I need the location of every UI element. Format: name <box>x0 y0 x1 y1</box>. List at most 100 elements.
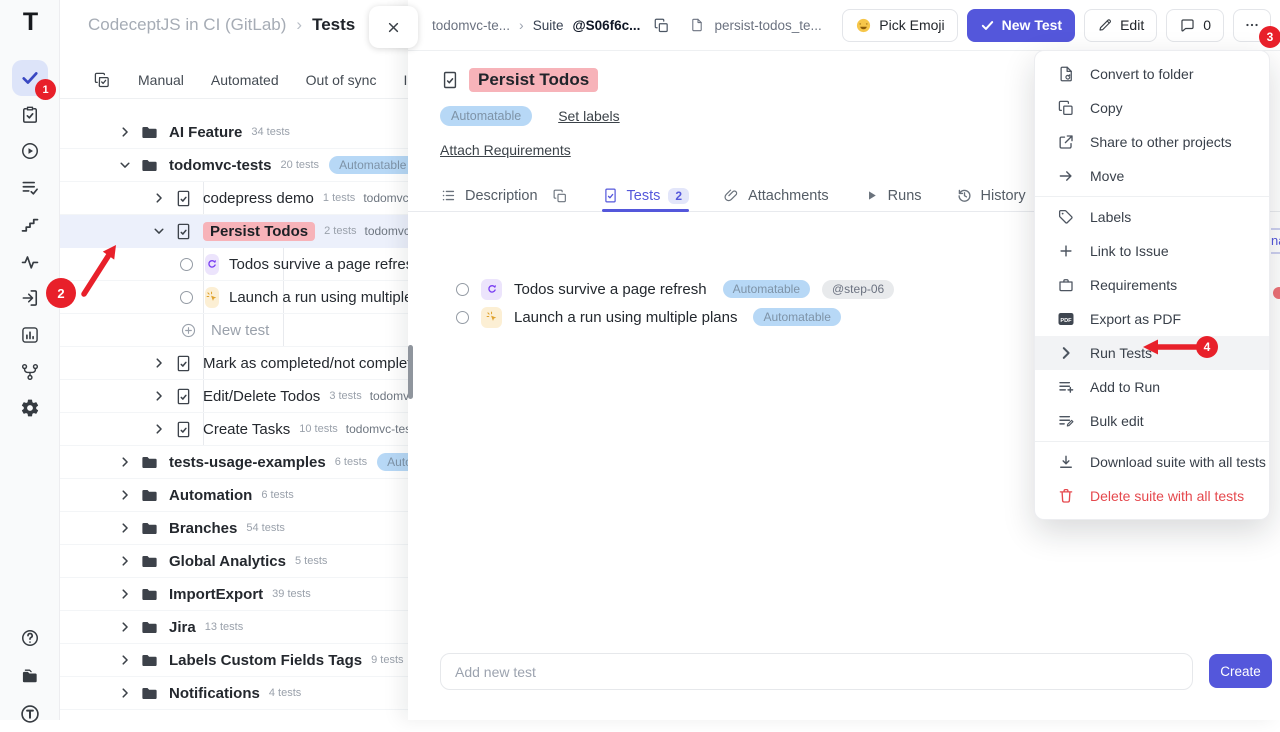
tree-row[interactable]: AI Feature34 tests <box>60 116 408 149</box>
chevron-right-icon[interactable] <box>118 686 132 700</box>
chevron-down-icon[interactable] <box>152 224 166 238</box>
chevron-right-icon[interactable] <box>118 521 132 535</box>
pick-emoji-button[interactable]: Pick Emoji <box>842 9 957 42</box>
tree-item-count: 54 tests <box>246 522 285 534</box>
tree-item-label: todomvc-tests <box>169 157 272 174</box>
tab-runs[interactable]: Runs <box>863 180 922 211</box>
add-new-test-input[interactable] <box>440 653 1193 690</box>
suite-title: Persist Todos <box>469 68 598 92</box>
edit-button[interactable]: Edit <box>1084 9 1157 42</box>
sidebar-item-branch[interactable] <box>12 354 48 390</box>
menu-item-copy[interactable]: Copy <box>1035 91 1269 125</box>
tree-row[interactable]: Todos survive a page refresh <box>60 248 408 281</box>
copy-icon[interactable] <box>552 188 568 204</box>
sidebar-item-logo-badge[interactable] <box>12 696 48 732</box>
menu-item-link-to-issue[interactable]: Link to Issue <box>1035 234 1269 268</box>
test-radio[interactable] <box>180 258 193 271</box>
menu-item-share-to-other-projects[interactable]: Share to other projects <box>1035 125 1269 159</box>
chevron-right-icon[interactable] <box>152 191 166 205</box>
tree-row[interactable]: Automation6 tests <box>60 479 408 512</box>
tree-row[interactable]: Jira13 tests <box>60 611 408 644</box>
sidebar-item-steps[interactable] <box>12 207 48 243</box>
test-radio[interactable] <box>180 291 193 304</box>
tree-row[interactable]: Labels Custom Fields Tags9 tests <box>60 644 408 677</box>
test-title[interactable]: Todos survive a page refresh <box>514 281 707 298</box>
tree-row[interactable]: todomvc-tests20 testsAutomatable <box>60 149 408 182</box>
copy-icon[interactable] <box>653 17 670 34</box>
tab-description[interactable]: Description <box>440 180 568 211</box>
menu-item-move[interactable]: Move <box>1035 159 1269 193</box>
test-radio[interactable] <box>456 311 469 324</box>
chevron-right-icon[interactable] <box>118 587 132 601</box>
tree-row[interactable]: Launch a run using multiple plans <box>60 281 408 314</box>
chevron-down-icon[interactable] <box>118 158 132 172</box>
chevron-right-icon[interactable] <box>118 455 132 469</box>
sidebar-item-help[interactable] <box>12 620 48 656</box>
share-icon <box>1057 133 1075 151</box>
filter-out-of-sync[interactable]: Out of sync <box>306 72 377 88</box>
chevron-right-icon[interactable] <box>118 554 132 568</box>
tree-row[interactable]: Create Tasks10 teststodomvc-tests <box>60 413 408 446</box>
tree-row[interactable]: Mark as completed/not completed <box>60 347 408 380</box>
chevron-right-icon[interactable] <box>118 125 132 139</box>
tab-history[interactable]: History <box>956 180 1026 211</box>
filter-check-icon[interactable] <box>93 71 111 89</box>
tree-row[interactable]: Global Analytics5 tests <box>60 545 408 578</box>
chevron-right-icon[interactable] <box>152 356 166 370</box>
tree-row[interactable]: Notifications4 tests <box>60 677 408 710</box>
set-labels-link[interactable]: Set labels <box>558 108 619 124</box>
menu-item-delete-suite-with-all-tests[interactable]: Delete suite with all tests <box>1035 479 1269 513</box>
plus-circle-icon[interactable] <box>180 322 197 339</box>
chevron-right-icon[interactable] <box>118 620 132 634</box>
menu-item-bulk-edit[interactable]: Bulk edit <box>1035 404 1269 438</box>
tree-scrollbar-thumb[interactable] <box>408 345 413 399</box>
tree-row[interactable]: New test <box>60 314 408 347</box>
chevron-right-icon[interactable] <box>152 389 166 403</box>
tab-tests[interactable]: Tests 2 <box>602 180 690 211</box>
test-title[interactable]: Launch a run using multiple plans <box>514 309 737 326</box>
tree-item-scope: todomvc-tests <box>346 422 408 436</box>
menu-item-labels[interactable]: Labels <box>1035 200 1269 234</box>
folder-icon <box>140 651 159 670</box>
tree-row[interactable]: tests-usage-examples6 testsAutomatable <box>60 446 408 479</box>
tree-row[interactable]: codepress demo1 teststodomvc-tests <box>60 182 408 215</box>
tree-row[interactable]: Edit/Delete Todos3 teststodomvc-tests <box>60 380 408 413</box>
test-radio[interactable] <box>456 283 469 296</box>
sidebar-item-clipboard-check[interactable] <box>12 97 48 133</box>
menu-item-download-suite-with-all-tests[interactable]: Download suite with all tests <box>1035 445 1269 479</box>
tab-attachments[interactable]: Attachments <box>723 180 829 211</box>
clipped-filter-label: I <box>403 72 407 88</box>
bulk-edit-icon <box>1057 412 1075 430</box>
tree-row[interactable]: ImportExport39 tests <box>60 578 408 611</box>
menu-item-run-tests[interactable]: Run Tests <box>1035 336 1269 370</box>
attach-requirements-link[interactable]: Attach Requirements <box>440 142 571 158</box>
plus-icon <box>1057 242 1075 260</box>
filter-manual[interactable]: Manual <box>138 72 184 88</box>
toolbar-breadcrumb-folder[interactable]: todomvc-te... <box>432 18 510 33</box>
menu-item-add-to-run[interactable]: Add to Run <box>1035 370 1269 404</box>
sidebar-item-gear[interactable] <box>12 390 48 426</box>
new-test-button[interactable]: New Test <box>967 9 1075 42</box>
chevron-right-icon[interactable] <box>118 488 132 502</box>
chevron-right-icon[interactable] <box>152 422 166 436</box>
sidebar-item-pulse[interactable] <box>12 244 48 280</box>
folder-icon <box>140 684 159 703</box>
menu-item-convert-to-folder[interactable]: Convert to folder <box>1035 57 1269 91</box>
sidebar-item-import[interactable] <box>12 280 48 316</box>
sidebar-item-list-check[interactable] <box>12 170 48 206</box>
menu-item-requirements[interactable]: Requirements <box>1035 268 1269 302</box>
sidebar-item-folders[interactable] <box>12 658 48 694</box>
tree-row[interactable]: Branches54 tests <box>60 512 408 545</box>
sidebar-item-play-circle[interactable] <box>12 133 48 169</box>
comments-button[interactable]: 0 <box>1166 9 1224 42</box>
tree-row[interactable]: Persist Todos2 teststodomvc-tests <box>60 215 408 248</box>
chevron-right-icon[interactable] <box>118 653 132 667</box>
filter-automated[interactable]: Automated <box>211 72 279 88</box>
sidebar-item-bar-chart[interactable] <box>12 317 48 353</box>
close-panel-button[interactable] <box>369 6 418 48</box>
create-test-button[interactable]: Create <box>1209 654 1272 688</box>
folder-icon <box>140 618 159 637</box>
automatable-badge: Automatable <box>440 106 532 126</box>
menu-item-export-as-pdf[interactable]: PDF Export as PDF <box>1035 302 1269 336</box>
breadcrumb-project[interactable]: CodeceptJS in CI (GitLab) <box>88 15 286 35</box>
